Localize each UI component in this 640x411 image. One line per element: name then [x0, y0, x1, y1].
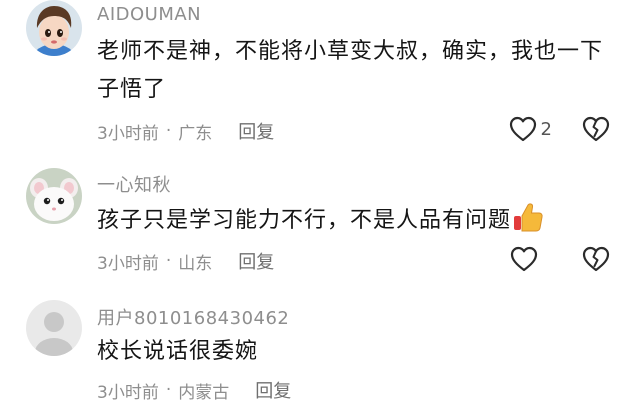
broken-heart-icon [582, 116, 610, 142]
comment-text-content: 校长说话很委婉 [97, 339, 259, 364]
comment-actions: 2 [509, 116, 610, 142]
comment-list: AIDOUMAN 老师不是神，不能将小草变大叔，确实，我也一下 子悟了 3小时前… [0, 0, 640, 411]
comment-meta: 3小时前 · 内蒙古 回复 [97, 377, 291, 403]
comment-time: 3小时前 [97, 382, 159, 403]
meta-separator: · [165, 251, 172, 271]
comment-username[interactable]: 用户8010168430462 [97, 304, 289, 330]
comment-location: 内蒙古 [178, 382, 230, 403]
reply-button[interactable]: 回复 [238, 118, 274, 144]
comment-text: 老师不是神，不能将小草变大叔，确实，我也一下 子悟了 [97, 33, 617, 109]
comment-actions [510, 246, 610, 272]
meta-separator: · [165, 121, 172, 141]
comment-text-line: 老师不是神，不能将小草变大叔，确实，我也一下 [97, 39, 604, 64]
heart-icon [509, 116, 536, 142]
white-mouse-avatar-icon [26, 168, 82, 224]
comment-time: 3小时前 [97, 123, 159, 144]
meta-separator: · [165, 380, 172, 400]
comment-location: 山东 [178, 253, 213, 274]
default-user-avatar-icon [26, 300, 82, 356]
comment-text-line: 子悟了 [97, 77, 167, 102]
heart-icon [510, 246, 538, 272]
comment-username[interactable]: AIDOUMAN [97, 4, 201, 25]
comment-meta: 3小时前 · 山东 回复 [97, 248, 274, 274]
comment-username[interactable]: 一心知秋 [97, 171, 171, 197]
like-count: 2 [540, 118, 552, 140]
thumbs-up-emoji-icon [513, 201, 543, 246]
like-button[interactable] [510, 246, 552, 272]
comment-meta: 3小时前 · 广东 回复 [97, 118, 274, 144]
cartoon-boy-avatar-icon [26, 0, 82, 56]
dislike-button[interactable] [582, 116, 610, 142]
comment-location: 广东 [178, 123, 213, 144]
comment-text: 校长说话很委婉 [97, 333, 617, 371]
user-avatar[interactable] [26, 168, 82, 224]
comment-text-content: 孩子只是学习能力不行，不是人品有问题 [97, 208, 512, 233]
dislike-button[interactable] [582, 246, 610, 272]
user-avatar[interactable] [26, 300, 82, 356]
broken-heart-icon [582, 246, 610, 272]
comment-time: 3小时前 [97, 253, 159, 274]
comment-text: 孩子只是学习能力不行，不是人品有问题 [97, 201, 617, 246]
user-avatar[interactable] [26, 0, 82, 56]
like-button[interactable]: 2 [509, 116, 552, 142]
reply-button[interactable]: 回复 [255, 377, 291, 403]
reply-button[interactable]: 回复 [238, 248, 274, 274]
